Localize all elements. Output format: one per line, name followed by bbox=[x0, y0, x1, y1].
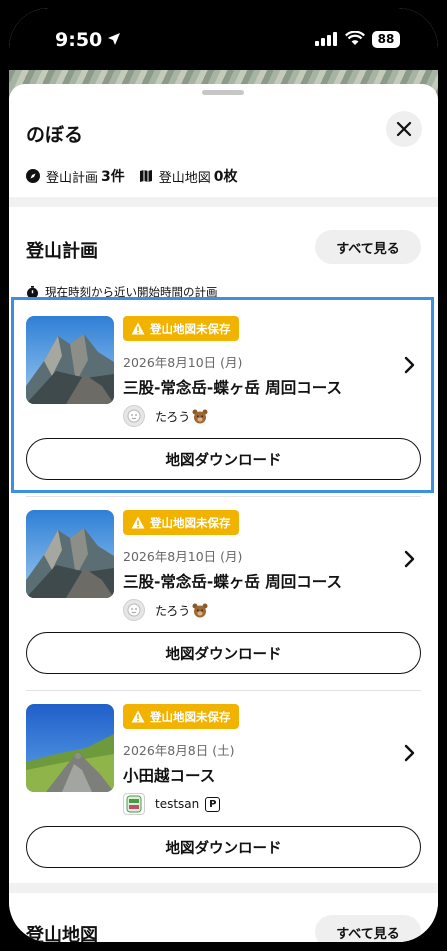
signal-icon bbox=[315, 32, 337, 46]
card-divider bbox=[26, 496, 421, 497]
map-download-button[interactable]: 地図ダウンロード bbox=[26, 826, 421, 868]
card-divider bbox=[26, 690, 421, 691]
user-name: たろう bbox=[155, 603, 191, 618]
screen: 9:50 88 のぼる 登山計画 3件 登山地図 0枚 登山計画 すべて見る 現… bbox=[9, 8, 438, 942]
battery-indicator: 88 bbox=[372, 31, 400, 48]
section-divider bbox=[9, 883, 438, 893]
plans-section-title: 登山計画 bbox=[26, 241, 98, 262]
plan-date: 2026年8月10日 (月) bbox=[123, 549, 243, 564]
phone-frame: 9:50 88 のぼる 登山計画 3件 登山地図 0枚 登山計画 すべて見る 現… bbox=[0, 0, 447, 951]
avatar bbox=[123, 793, 145, 815]
character-avatar-icon bbox=[126, 795, 142, 813]
sheet-title: のぼる bbox=[26, 124, 84, 146]
sheet-grabber[interactable] bbox=[202, 90, 244, 95]
chevron-right-icon[interactable] bbox=[403, 744, 415, 762]
close-icon bbox=[396, 121, 412, 137]
map-unsaved-badge: 登山地図未保存 bbox=[123, 510, 239, 535]
plan-thumbnail bbox=[26, 704, 114, 792]
map-unsaved-badge: 登山地図未保存 bbox=[123, 704, 239, 729]
plans-count: 3件 bbox=[101, 169, 125, 185]
plan-card[interactable]: 登山地図未保存 2026年8月8日 (土) 小田越コース testsan P 地… bbox=[9, 694, 438, 878]
plans-label: 登山計画 bbox=[46, 170, 99, 186]
stats-row: 登山計画 3件 登山地図 0枚 bbox=[26, 166, 242, 186]
compass-icon bbox=[26, 169, 40, 183]
map-download-button[interactable]: 地図ダウンロード bbox=[26, 632, 421, 674]
location-arrow-icon bbox=[108, 33, 120, 45]
plan-title: 三股-常念岳-蝶ヶ岳 周回コース bbox=[123, 573, 342, 591]
plan-user: testsan P bbox=[123, 793, 221, 815]
maps-count: 0枚 bbox=[213, 169, 238, 185]
maps-section-title: 登山地図 bbox=[26, 925, 98, 942]
focus-highlight bbox=[11, 297, 434, 493]
warning-icon bbox=[131, 516, 145, 529]
chevron-right-icon[interactable] bbox=[403, 550, 415, 568]
plans-see-all-button[interactable]: すべて見る bbox=[315, 230, 421, 264]
map-icon bbox=[139, 170, 152, 182]
plan-date: 2026年8月8日 (土) bbox=[123, 743, 235, 758]
plan-title: 小田越コース bbox=[123, 767, 216, 785]
maps-see-all-button[interactable]: すべて見る bbox=[315, 915, 421, 942]
bottom-sheet: のぼる 登山計画 3件 登山地図 0枚 登山計画 すべて見る 現在時刻から近い開… bbox=[9, 84, 438, 942]
close-button[interactable] bbox=[386, 111, 422, 147]
plan-card[interactable]: 登山地図未保存 2026年8月10日 (月) 三股-常念岳-蝶ヶ岳 周回コース … bbox=[9, 500, 438, 684]
badge-text: 登山地図未保存 bbox=[150, 515, 231, 530]
status-bar: 9:50 88 bbox=[9, 8, 438, 78]
badge-text: 登山地図未保存 bbox=[150, 709, 231, 724]
avatar bbox=[123, 599, 145, 621]
bear-icon bbox=[192, 603, 208, 617]
face-icon bbox=[127, 603, 141, 617]
maps-label: 登山地図 bbox=[158, 170, 211, 186]
warning-icon bbox=[131, 710, 145, 723]
wifi-icon bbox=[345, 31, 365, 45]
premium-icon: P bbox=[205, 796, 221, 812]
user-name: testsan bbox=[155, 797, 200, 811]
plan-thumbnail bbox=[26, 510, 114, 598]
status-time: 9:50 bbox=[55, 29, 103, 51]
plan-user: たろう bbox=[123, 599, 208, 621]
section-divider bbox=[9, 197, 438, 207]
